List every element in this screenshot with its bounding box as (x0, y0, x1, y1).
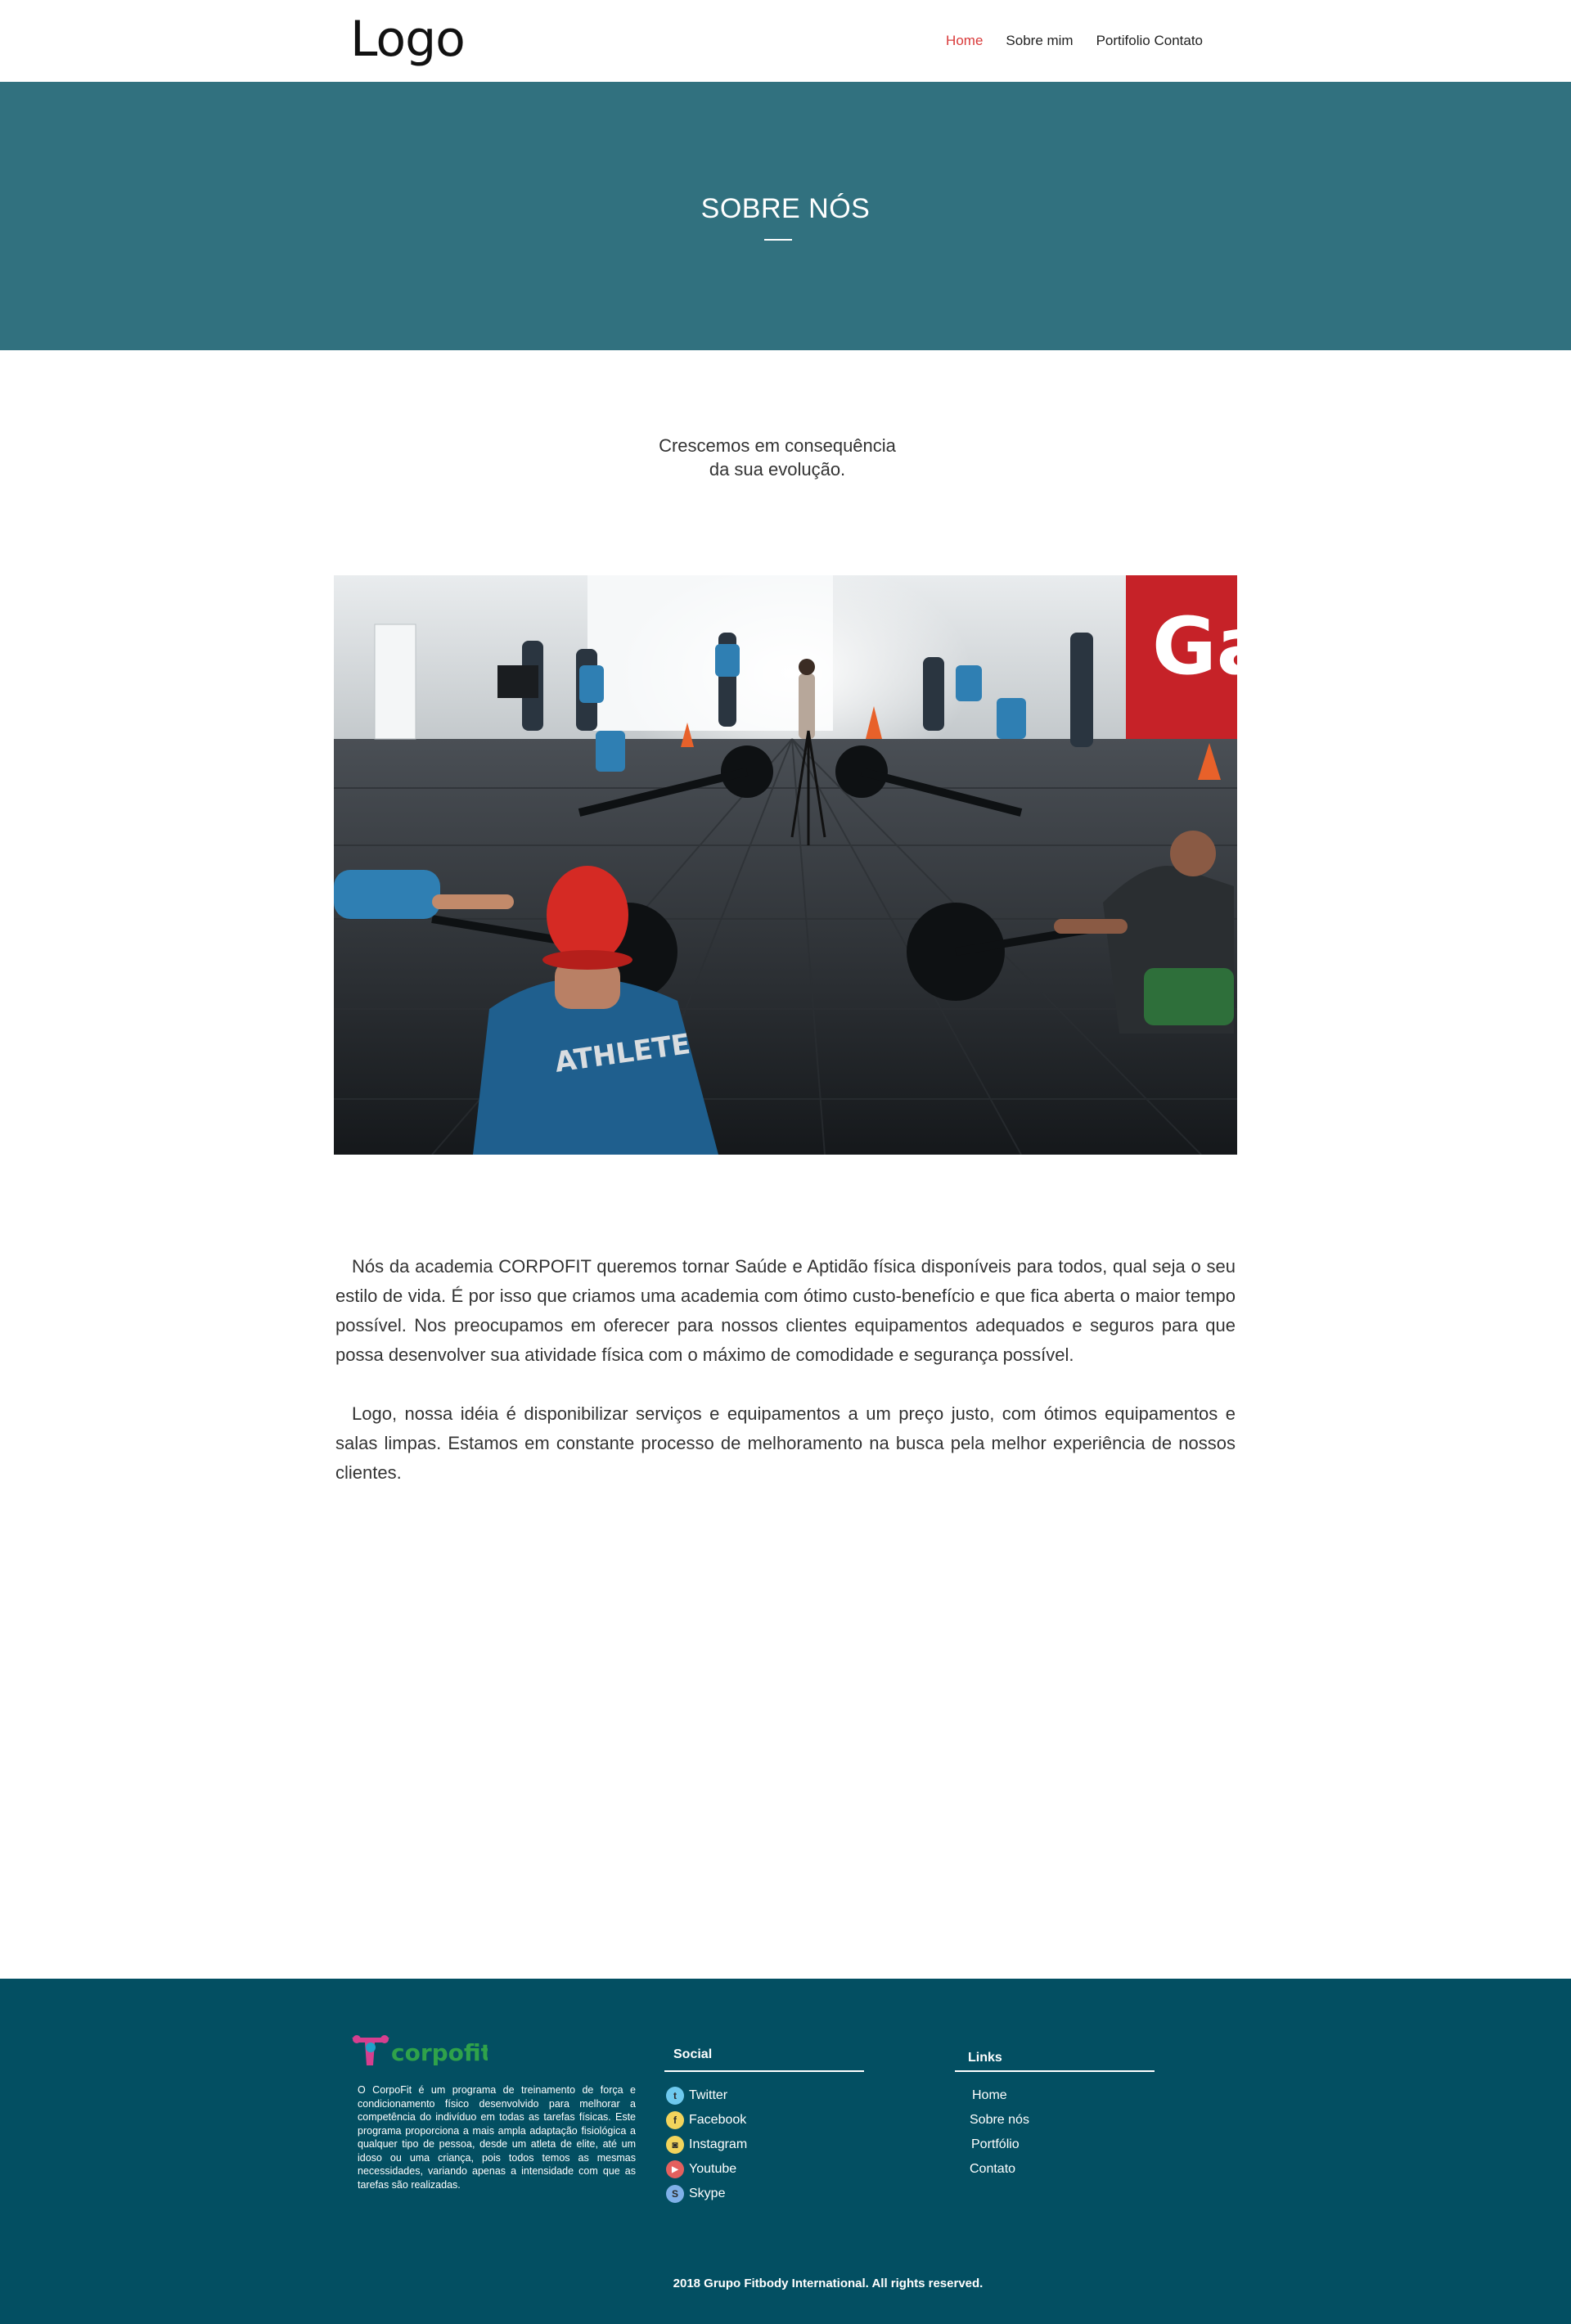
footer-link-sobre-nos[interactable]: Sobre nós (970, 2108, 1029, 2133)
footer-link-home[interactable]: Home (970, 2083, 1029, 2108)
youtube-icon: ▶ (666, 2160, 684, 2178)
copyright: 2018 Grupo Fitbody International. All ri… (673, 2277, 984, 2290)
site-logo[interactable]: Logo (350, 10, 466, 69)
social-label: Skype (689, 2187, 726, 2200)
social-list: t Twitter f Facebook ◙ Instagram ▶ Youtube S… (666, 2083, 747, 2206)
main-nav: Home Sobre mim Portifolio Contato (946, 33, 1203, 49)
gym-illustration: Ga (334, 575, 1237, 1155)
instagram-icon: ◙ (666, 2136, 684, 2154)
nav-portifolio-contato[interactable]: Portifolio Contato (1096, 33, 1203, 49)
brand-wordmark: corpofit (391, 2039, 488, 2066)
twitter-icon: t (666, 2087, 684, 2105)
social-instagram[interactable]: ◙ Instagram (666, 2133, 747, 2157)
social-twitter[interactable]: t Twitter (666, 2083, 747, 2108)
footer-link-portfolio[interactable]: Portfólio (970, 2133, 1029, 2157)
about-paragraph-1: Nós da academia CORPOFIT queremos tornar… (335, 1256, 1236, 1365)
site-footer: corpofit O CorpoFit é um programa de tre… (0, 1979, 1571, 2324)
corpofit-logo-mark: corpofit (352, 2035, 492, 2066)
tagline-line-2: da sua evolução. (709, 459, 846, 480)
footer-about: O CorpoFit é um programa de treinamento … (358, 2084, 636, 2191)
about-text: Nós da academia CORPOFIT queremos tornar… (335, 1252, 1236, 1488)
title-underline (764, 239, 792, 241)
footer-links: Home Sobre nós Portfólio Contato (970, 2083, 1029, 2182)
social-divider (664, 2070, 864, 2072)
gym-photo: Ga (334, 575, 1237, 1155)
tagline: Crescemos em consequência da sua evoluçã… (540, 434, 1015, 481)
facebook-icon: f (666, 2111, 684, 2129)
nav-sobre-mim[interactable]: Sobre mim (1006, 33, 1073, 49)
site-header: Logo Home Sobre mim Portifolio Contato (0, 0, 1571, 82)
links-heading: Links (968, 2051, 1002, 2065)
social-youtube[interactable]: ▶ Youtube (666, 2157, 747, 2182)
footer-link-contato[interactable]: Contato (970, 2157, 1029, 2182)
page-title: SOBRE NÓS (700, 193, 871, 224)
skype-icon: S (666, 2185, 684, 2203)
nav-home[interactable]: Home (946, 33, 983, 49)
corpofit-logo[interactable]: corpofit (349, 2029, 492, 2072)
links-divider (955, 2070, 1155, 2072)
social-label: Twitter (689, 2088, 728, 2102)
social-label: Instagram (689, 2137, 748, 2151)
wall-banner-text: Ga (1152, 601, 1237, 692)
tagline-line-1: Crescemos em consequência (659, 435, 896, 456)
social-label: Facebook (689, 2113, 747, 2127)
social-skype[interactable]: S Skype (666, 2182, 747, 2206)
hero-banner: SOBRE NÓS (0, 82, 1571, 350)
about-paragraph-2: Logo, nossa idéia é disponibilizar servi… (335, 1403, 1236, 1483)
social-label: Youtube (689, 2162, 737, 2176)
social-facebook[interactable]: f Facebook (666, 2108, 747, 2133)
social-heading: Social (673, 2047, 713, 2061)
